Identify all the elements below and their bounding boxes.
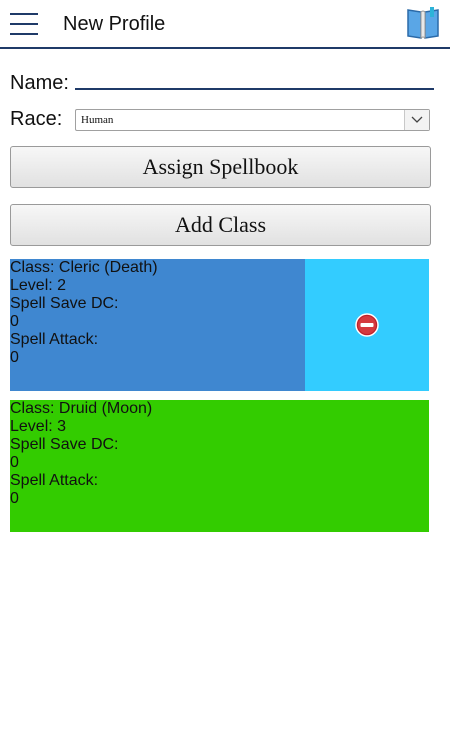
race-select[interactable]: Human bbox=[75, 109, 430, 131]
hamburger-line bbox=[10, 13, 38, 15]
name-input[interactable] bbox=[75, 88, 434, 90]
race-label: Race: bbox=[10, 108, 63, 130]
class-name: Class: Druid (Moon) bbox=[10, 400, 153, 417]
page-title: New Profile bbox=[63, 13, 166, 35]
spell-attack-label: Spell Attack: bbox=[10, 472, 99, 489]
hamburger-menu-icon[interactable] bbox=[10, 13, 38, 35]
assign-spellbook-button[interactable]: Assign Spellbook bbox=[10, 146, 431, 188]
spell-attack-label: Spell Attack: bbox=[10, 331, 99, 348]
spell-attack-value: 0 bbox=[10, 490, 19, 507]
remove-class-icon[interactable] bbox=[355, 313, 379, 337]
name-label: Name: bbox=[10, 72, 69, 94]
add-class-button[interactable]: Add Class bbox=[10, 204, 431, 246]
top-bar: New Profile bbox=[0, 0, 450, 49]
class-level: Level: 3 bbox=[10, 418, 67, 435]
spellbook-icon[interactable] bbox=[406, 6, 440, 40]
class-name: Class: Cleric (Death) bbox=[10, 259, 158, 276]
spell-save-dc-value: 0 bbox=[10, 454, 19, 471]
spell-save-dc-label: Spell Save DC: bbox=[10, 295, 119, 312]
hamburger-line bbox=[10, 33, 38, 35]
race-selected-value: Human bbox=[81, 114, 114, 126]
chevron-down-icon[interactable] bbox=[404, 110, 429, 130]
spell-save-dc-value: 0 bbox=[10, 313, 19, 330]
hamburger-line bbox=[10, 23, 38, 25]
class-level: Level: 2 bbox=[10, 277, 67, 294]
spell-attack-value: 0 bbox=[10, 349, 19, 366]
spell-save-dc-label: Spell Save DC: bbox=[10, 436, 119, 453]
class-card[interactable]: Class: Druid (Moon) Level: 3 Spell Save … bbox=[10, 400, 429, 532]
class-card[interactable]: Class: Cleric (Death) Level: 2 Spell Sav… bbox=[10, 259, 305, 391]
